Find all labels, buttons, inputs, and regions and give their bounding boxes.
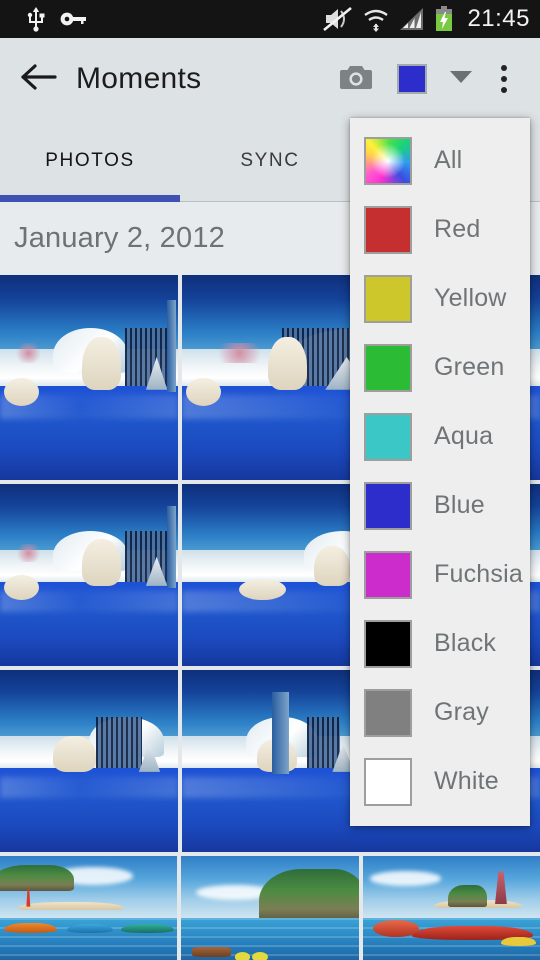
- photo-row: [0, 856, 540, 960]
- camera-icon: [339, 63, 373, 96]
- vpn-key-icon: [60, 11, 88, 27]
- photo-thumbnail[interactable]: [0, 856, 178, 960]
- menu-item-fuchsia[interactable]: Fuchsia: [350, 540, 530, 609]
- menu-item-yellow[interactable]: Yellow: [350, 264, 530, 333]
- color-swatch-gray-icon: [364, 688, 412, 737]
- chevron-down-icon: [450, 70, 472, 89]
- color-swatch-aqua-icon: [364, 412, 412, 461]
- color-swatch-fuchsia-icon: [364, 550, 412, 599]
- color-swatch-black-icon: [364, 619, 412, 668]
- menu-item-label: Blue: [434, 491, 485, 519]
- photo-thumbnail[interactable]: [0, 670, 178, 852]
- photo-thumbnail[interactable]: [362, 856, 540, 960]
- status-bar-left-icons: [26, 6, 88, 32]
- menu-item-label: Yellow: [434, 284, 507, 312]
- menu-item-all[interactable]: All: [350, 126, 530, 195]
- battery-charging-icon: [435, 6, 453, 32]
- status-bar-clock: 21:45: [467, 5, 530, 32]
- island-cove-photo: [181, 856, 359, 960]
- tab-photos[interactable]: PHOTOS: [0, 120, 180, 202]
- back-button[interactable]: [0, 38, 76, 120]
- tab-active-indicator: [0, 195, 180, 202]
- menu-item-aqua[interactable]: Aqua: [350, 402, 530, 471]
- camera-button[interactable]: [328, 38, 384, 120]
- action-bar: Moments: [0, 38, 540, 120]
- menu-item-gray[interactable]: Gray: [350, 678, 530, 747]
- cellular-signal-icon: [399, 7, 425, 31]
- overflow-dot: [501, 87, 507, 93]
- island-beach-photo: [0, 856, 178, 960]
- color-swatch-all-icon: [364, 136, 412, 185]
- color-filter-button[interactable]: [384, 38, 440, 120]
- overflow-menu-button[interactable]: [482, 38, 526, 120]
- photo-thumbnail[interactable]: [0, 484, 178, 666]
- action-bar-buttons: [328, 38, 540, 120]
- color-swatch-yellow-icon: [364, 274, 412, 323]
- overflow-dot: [501, 76, 507, 82]
- menu-item-black[interactable]: Black: [350, 609, 530, 678]
- polar-bear-photo: [0, 275, 178, 480]
- arrow-back-icon: [19, 63, 57, 96]
- menu-item-label: All: [434, 146, 463, 174]
- status-bar-right-icons: 21:45: [323, 5, 530, 33]
- color-swatch-white-icon: [364, 757, 412, 806]
- menu-item-green[interactable]: Green: [350, 333, 530, 402]
- island-tower-photo: [362, 856, 540, 960]
- menu-item-label: Red: [434, 215, 481, 243]
- mute-icon: [323, 6, 353, 32]
- app-root: 21:45 Moments PHOTOS SYNC January 2, 201…: [0, 0, 540, 960]
- color-filter-menu: All Red Yellow Green Aqua Blue Fuchsia B…: [350, 118, 530, 826]
- color-dropdown-button[interactable]: [440, 38, 482, 120]
- photo-thumbnail[interactable]: [0, 275, 178, 480]
- tab-sync[interactable]: SYNC: [180, 120, 360, 202]
- overflow-dot: [501, 65, 507, 71]
- usb-icon: [26, 6, 46, 32]
- menu-item-label: Aqua: [434, 422, 494, 450]
- menu-item-blue[interactable]: Blue: [350, 471, 530, 540]
- selected-color-swatch: [397, 64, 427, 94]
- menu-item-label: Green: [434, 353, 505, 381]
- color-swatch-red-icon: [364, 205, 412, 254]
- polar-bear-photo: [0, 484, 178, 666]
- photo-thumbnail[interactable]: [181, 856, 359, 960]
- page-title: Moments: [76, 62, 202, 95]
- menu-item-label: White: [434, 767, 499, 795]
- date-header-label: January 2, 2012: [14, 222, 225, 254]
- status-bar: 21:45: [0, 0, 540, 38]
- color-swatch-blue-icon: [364, 481, 412, 530]
- color-swatch-green-icon: [364, 343, 412, 392]
- menu-item-label: Gray: [434, 698, 489, 726]
- menu-item-label: Black: [434, 629, 497, 657]
- menu-item-white[interactable]: White: [350, 747, 530, 816]
- menu-item-label: Fuchsia: [434, 560, 523, 588]
- polar-bear-photo: [0, 670, 178, 852]
- wifi-icon: [363, 6, 389, 32]
- menu-item-red[interactable]: Red: [350, 195, 530, 264]
